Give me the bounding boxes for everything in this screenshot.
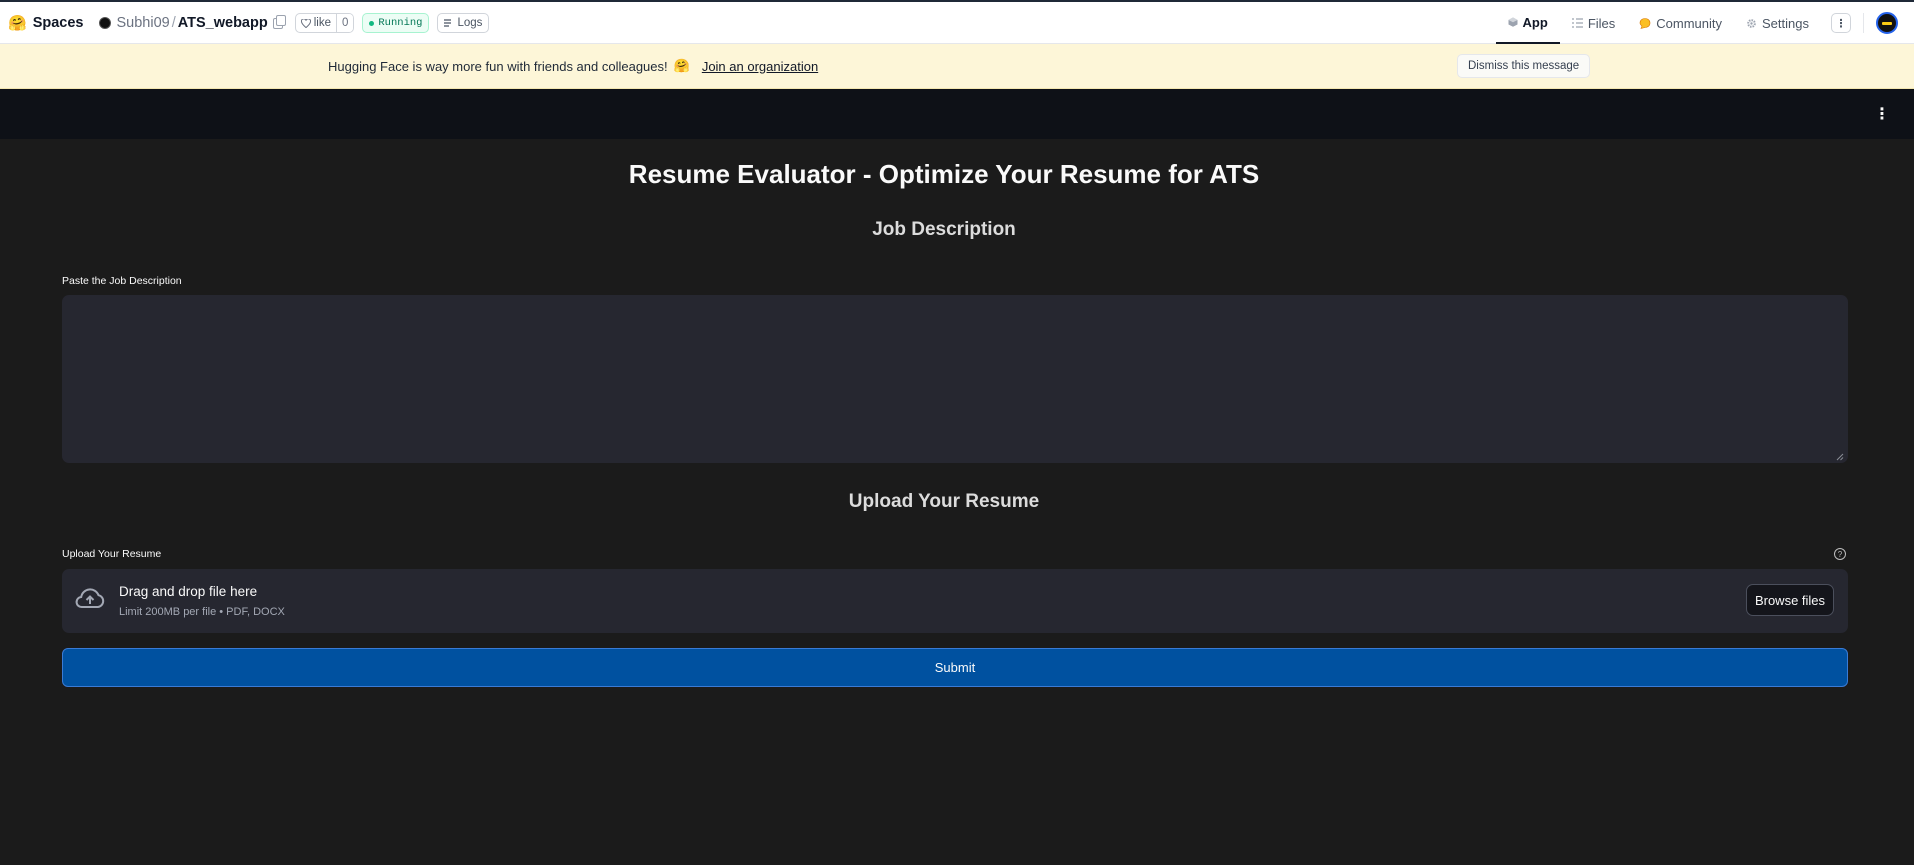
logs-icon bbox=[444, 19, 452, 27]
status-badge[interactable]: Running bbox=[362, 13, 430, 33]
user-avatar[interactable] bbox=[1876, 12, 1898, 34]
hugging-face-emoji-icon: 🤗 bbox=[673, 58, 690, 73]
more-vertical-icon: ⋮ bbox=[1835, 17, 1847, 30]
hf-top-bar: 🤗 Spaces Subhi09 / ATS_webapp like 0 Run… bbox=[0, 0, 1914, 44]
owner-avatar bbox=[99, 17, 112, 29]
logs-label: Logs bbox=[457, 17, 483, 29]
tab-settings-label: Settings bbox=[1762, 15, 1809, 31]
dismiss-button[interactable]: Dismiss this message bbox=[1457, 54, 1591, 78]
resize-handle-icon[interactable] bbox=[1836, 453, 1844, 461]
join-organization-link[interactable]: Join an organization bbox=[702, 59, 818, 74]
hugging-face-logo-icon[interactable]: 🤗 bbox=[8, 14, 27, 32]
app-main-menu-icon[interactable]: ⋮ bbox=[1874, 104, 1890, 124]
help-icon[interactable]: ? bbox=[1834, 548, 1846, 560]
tab-community[interactable]: Community bbox=[1627, 2, 1734, 44]
job-description-heading: Job Description bbox=[872, 219, 1016, 240]
like-count[interactable]: 0 bbox=[335, 14, 354, 32]
browse-files-button[interactable]: Browse files bbox=[1746, 584, 1834, 616]
dropzone-title: Drag and drop file here bbox=[119, 584, 258, 599]
job-description-textarea[interactable] bbox=[62, 295, 1848, 463]
page-title: Resume Evaluator - Optimize Your Resume … bbox=[628, 159, 1260, 189]
more-options-button[interactable]: ⋮ bbox=[1831, 13, 1851, 33]
nav-divider bbox=[1863, 13, 1864, 33]
status-text: Running bbox=[378, 17, 423, 29]
space-nav: App Files Community Settings ⋮ bbox=[1495, 2, 1914, 44]
owner-link[interactable]: Subhi09 bbox=[116, 15, 169, 31]
tab-app[interactable]: App bbox=[1495, 2, 1560, 44]
community-icon bbox=[1639, 17, 1651, 29]
copy-icon[interactable] bbox=[272, 14, 286, 29]
banner-text: Hugging Face is way more fun with friend… bbox=[328, 58, 668, 74]
like-button[interactable]: like 0 bbox=[294, 13, 355, 33]
tab-files[interactable]: Files bbox=[1560, 2, 1627, 44]
tab-app-label: App bbox=[1522, 14, 1548, 30]
tab-community-label: Community bbox=[1656, 15, 1723, 31]
upload-resume-label: Upload Your Resume bbox=[62, 548, 162, 560]
dropzone-subtitle: Limit 200MB per file • PDF, DOCX bbox=[119, 606, 285, 618]
files-icon bbox=[1571, 18, 1583, 28]
logs-button[interactable]: Logs bbox=[437, 13, 490, 33]
app-main: Resume Evaluator - Optimize Your Resume … bbox=[0, 139, 1914, 865]
repo-name-link[interactable]: ATS_webapp bbox=[178, 15, 268, 31]
gear-icon bbox=[1747, 18, 1756, 28]
app-header: ⋮ bbox=[0, 89, 1914, 139]
tab-settings[interactable]: Settings bbox=[1734, 2, 1821, 44]
space-breadcrumb: 🤗 Spaces Subhi09 / ATS_webapp like 0 Run… bbox=[8, 12, 490, 34]
file-dropzone[interactable]: Drag and drop file here Limit 200MB per … bbox=[62, 569, 1848, 633]
breadcrumb-separator: / bbox=[171, 15, 176, 31]
banner-message: Hugging Face is way more fun with friend… bbox=[328, 58, 818, 74]
app-cube-icon bbox=[1508, 17, 1518, 27]
upload-resume-heading: Upload Your Resume bbox=[848, 491, 1040, 512]
running-dot-icon bbox=[369, 20, 375, 26]
submit-button[interactable]: Submit bbox=[62, 648, 1848, 687]
spaces-link[interactable]: Spaces bbox=[33, 15, 84, 31]
job-description-label: Paste the Job Description bbox=[62, 275, 182, 287]
heart-icon bbox=[300, 18, 311, 28]
tab-files-label: Files bbox=[1587, 15, 1616, 31]
org-invite-banner: Hugging Face is way more fun with friend… bbox=[0, 44, 1914, 89]
cloud-upload-icon bbox=[75, 588, 105, 608]
like-label: like bbox=[313, 17, 331, 29]
